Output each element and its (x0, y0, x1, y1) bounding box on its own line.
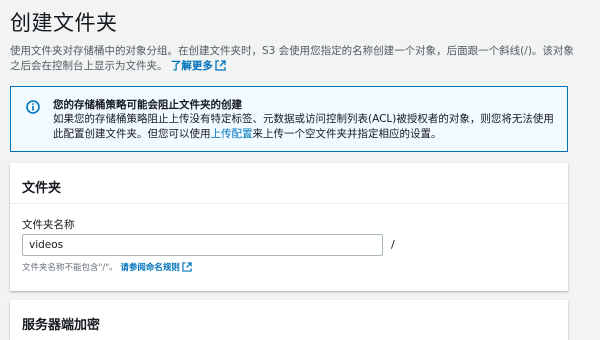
folder-panel: 文件夹 文件夹名称 / 文件夹名称不能包含"/"。 请参阅命名规则 (10, 163, 568, 291)
page-title: 创建文件夹 (10, 11, 118, 35)
info-icon (26, 100, 40, 114)
page-description: 使用文件夹对存储桶中的对象分组。在创建文件夹时，S3 会使用您指定的名称创建一个… (10, 44, 580, 74)
folder-name-hint: 文件夹名称不能包含"/"。 请参阅命名规则 (22, 261, 192, 273)
divider (10, 203, 568, 204)
learn-more-label: 了解更多 (170, 60, 213, 72)
folder-name-label: 文件夹名称 (22, 219, 75, 231)
upload-config-link[interactable]: 上传配置 (211, 128, 253, 140)
encryption-panel: 服务器端加密 (10, 300, 568, 340)
info-alert: 您的存储桶策略可能会阻止文件夹的创建 如果您的存储桶策略阻止上传没有特定标签、元… (10, 86, 568, 152)
info-body-text-2: 来上传一个空文件夹并指定相应的设置。 (252, 128, 442, 140)
folder-panel-header: 文件夹 (22, 181, 62, 196)
naming-rules-link[interactable]: 请参阅命名规则 (120, 262, 192, 273)
hint-text: 文件夹名称不能包含"/"。 (22, 263, 118, 273)
info-title: 您的存储桶策略可能会阻止文件夹的创建 (53, 99, 242, 111)
external-link-icon (215, 60, 226, 71)
naming-rules-label: 请参阅命名规则 (120, 263, 180, 273)
description-text: 使用文件夹对存储桶中的对象分组。在创建文件夹时，S3 会使用您指定的名称创建一个… (10, 45, 574, 72)
learn-more-link[interactable]: 了解更多 (171, 60, 226, 72)
external-link-icon (182, 262, 192, 272)
folder-name-input[interactable] (22, 234, 383, 256)
folder-suffix: / (391, 238, 395, 251)
info-body: 如果您的存储桶策略阻止上传没有特定标签、元数据或访问控制列表(ACL)被授权者的… (53, 112, 558, 142)
